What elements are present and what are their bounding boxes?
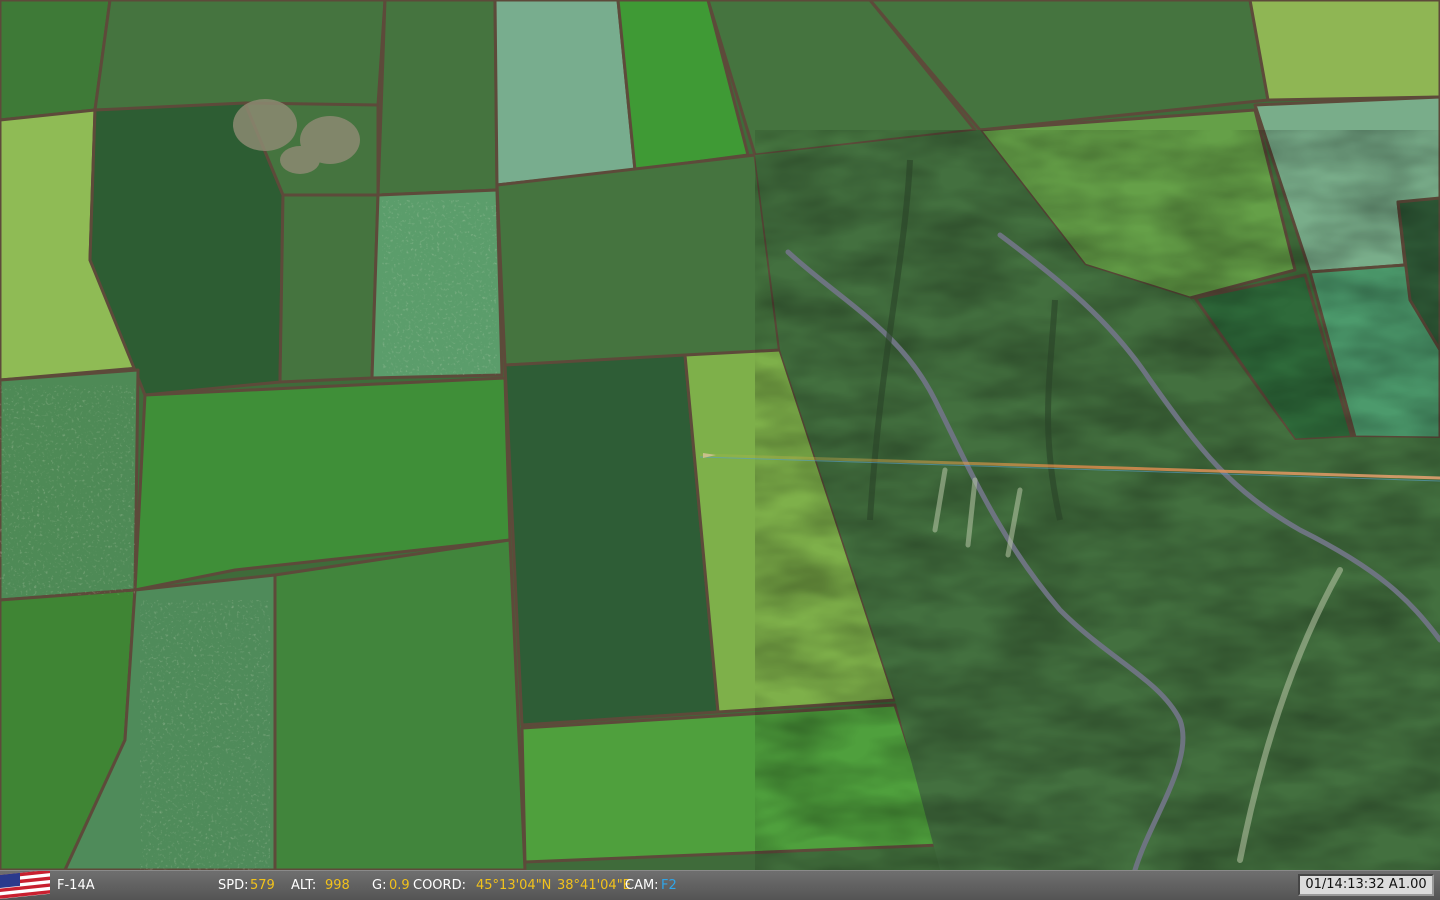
terrain-view xyxy=(0,0,1440,870)
field xyxy=(93,0,387,112)
speed-label: SPD: xyxy=(218,878,249,893)
speed-value: 579 xyxy=(250,878,275,893)
field xyxy=(278,193,380,384)
3d-viewport[interactable] xyxy=(0,0,1440,870)
field xyxy=(0,0,112,122)
altitude-label: ALT: xyxy=(291,878,317,893)
latitude-value: 45°13'04"N xyxy=(476,878,552,893)
camera-value: F2 xyxy=(661,878,677,893)
aircraft-type: F-14A xyxy=(57,878,95,893)
g-force-value: 0.9 xyxy=(389,878,410,893)
g-force-label: G: xyxy=(372,878,387,893)
altitude-value: 998 xyxy=(325,878,350,893)
field xyxy=(376,0,499,197)
coord-label: COORD: xyxy=(413,878,466,893)
field xyxy=(273,538,527,870)
camera-label: CAM: xyxy=(625,878,659,893)
field xyxy=(493,0,637,187)
field xyxy=(1248,0,1440,102)
field xyxy=(503,353,720,727)
longitude-value: 38°41'04"E xyxy=(557,878,631,893)
hud-status-bar: F-14A SPD: 579 ALT: 998 G: 0.9 COORD: 45… xyxy=(0,870,1440,900)
us-flag-icon xyxy=(0,871,50,899)
field xyxy=(495,153,782,367)
mission-clock: 01/14:13:32 A1.00 xyxy=(1298,874,1434,896)
scrub-mottle xyxy=(755,130,1440,870)
